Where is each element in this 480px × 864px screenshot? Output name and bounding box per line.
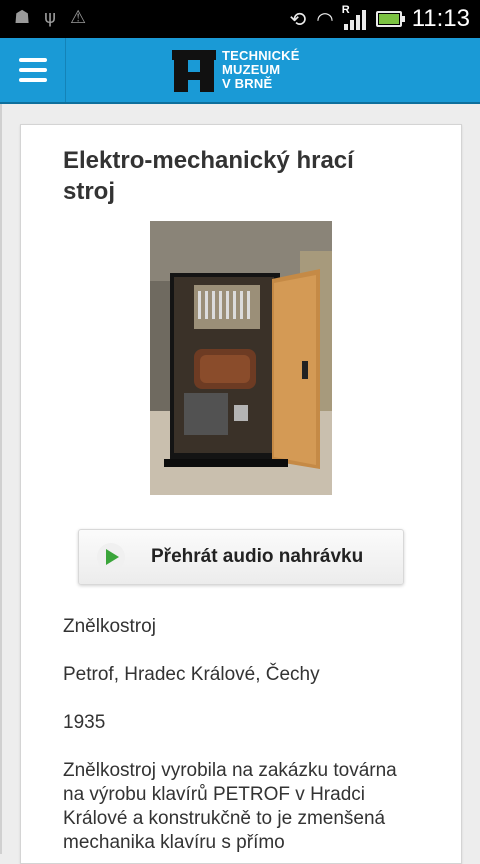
play-audio-button[interactable]: Přehrát audio nahrávku (78, 529, 404, 585)
hamburger-menu-icon[interactable] (0, 38, 66, 102)
exhibit-photo[interactable] (150, 221, 332, 495)
roaming-label: R (341, 4, 350, 16)
exhibit-maker: Petrof, Hradec Králové, Čechy (63, 664, 320, 685)
play-icon (97, 543, 125, 571)
logo-line-3: V BRNĚ (222, 76, 273, 91)
content-area[interactable]: Elektro-mechanický hrací stroj Přehrát a… (0, 104, 480, 864)
android-icon: ☗ (14, 7, 31, 28)
app-header: TECHNICKÉ MUZEUM V BRNĚ (0, 38, 480, 104)
exhibit-title: Elektro-mechanický hrací stroj (63, 147, 354, 205)
status-bar: ☗ ψ ⚠ ⟲ ◠ R 11:13 (0, 0, 480, 38)
museum-logo[interactable]: TECHNICKÉ MUZEUM V BRNĚ (172, 48, 300, 92)
signal-icon: R (342, 4, 366, 30)
clock: 11:13 (411, 5, 470, 32)
system-icons: ⟲ ◠ R 11:13 (290, 4, 471, 34)
play-audio-label: Přehrát audio nahrávku (151, 546, 364, 567)
usb-icon: ψ (44, 7, 57, 28)
edge-rule (0, 104, 2, 854)
logo-line-1: TECHNICKÉ (222, 48, 300, 63)
battery-charging-icon (375, 11, 405, 27)
sync-alert-icon: ⚠ (70, 7, 87, 28)
exhibit-name: Znělkostroj (63, 616, 156, 637)
screen-rotate-icon: ⟲ (289, 7, 307, 31)
wifi-icon: ◠ (316, 7, 334, 31)
notification-icons: ☗ ψ ⚠ (14, 8, 86, 28)
exhibit-description: Znělkostroj vyrobila na zakázku továrna … (63, 760, 397, 853)
music-machine-image (150, 221, 332, 495)
logo-line-2: MUZEUM (222, 62, 281, 77)
exhibit-card: Elektro-mechanický hrací stroj Přehrát a… (20, 124, 462, 864)
logo-mark-icon (172, 48, 216, 92)
logo-text: TECHNICKÉ MUZEUM V BRNĚ (222, 49, 300, 91)
exhibit-year: 1935 (63, 712, 106, 733)
